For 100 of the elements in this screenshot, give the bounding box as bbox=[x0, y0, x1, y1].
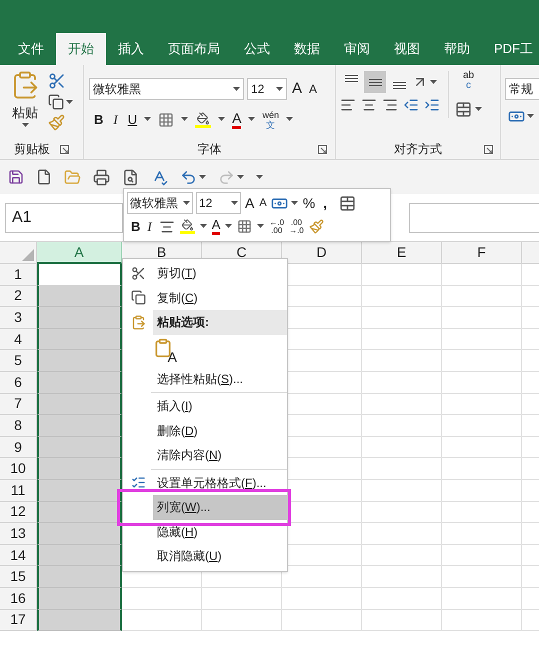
percent-button[interactable]: % bbox=[300, 192, 318, 214]
save-icon[interactable] bbox=[8, 169, 24, 185]
menu-item[interactable]: 复制(C) bbox=[153, 286, 287, 310]
menu-item[interactable]: 隐藏(H) bbox=[153, 520, 287, 544]
menu-item[interactable]: 选择性粘贴(S)... bbox=[153, 366, 287, 391]
paste-option-button[interactable]: A bbox=[153, 338, 177, 364]
menu-item[interactable]: 插入(I) bbox=[153, 394, 287, 418]
row-header[interactable]: 2 bbox=[0, 286, 37, 308]
bold-button[interactable]: B bbox=[94, 110, 104, 130]
row-header[interactable]: 11 bbox=[0, 480, 37, 502]
wrap-text-button[interactable]: ab c bbox=[455, 71, 482, 91]
row-header[interactable]: 10 bbox=[0, 458, 37, 480]
menu-item[interactable]: 取消隐藏(U) bbox=[153, 544, 287, 568]
ribbon-tab[interactable]: 视图 bbox=[382, 33, 432, 65]
increase-indent-icon[interactable] bbox=[424, 97, 440, 113]
cut-icon[interactable] bbox=[48, 72, 66, 90]
menu-item[interactable]: 设置单元格格式(F)... bbox=[153, 470, 287, 495]
format-painter-icon[interactable] bbox=[308, 219, 324, 234]
dropdown-caret-icon[interactable] bbox=[286, 117, 293, 122]
dropdown-caret-icon[interactable] bbox=[276, 86, 283, 92]
customize-caret-icon[interactable] bbox=[256, 174, 263, 180]
row-header[interactable]: 16 bbox=[0, 588, 37, 610]
font-name-field[interactable]: 微软雅黑 bbox=[89, 78, 244, 100]
dialog-launcher-icon[interactable] bbox=[484, 144, 493, 154]
menu-item[interactable]: 剪切(T) bbox=[153, 261, 287, 286]
number-format-field[interactable]: 常规 bbox=[505, 78, 539, 100]
printer-icon[interactable] bbox=[93, 168, 110, 186]
dropdown-caret-icon[interactable] bbox=[231, 200, 238, 206]
dropdown-caret-icon[interactable] bbox=[218, 117, 226, 122]
ribbon-tab[interactable]: 帮助 bbox=[432, 33, 482, 65]
font-size-field[interactable]: 12 bbox=[196, 192, 241, 214]
row-header[interactable]: 12 bbox=[0, 502, 37, 524]
column-header[interactable]: F bbox=[442, 242, 522, 264]
row-header[interactable]: 9 bbox=[0, 436, 37, 458]
merge-cells-icon[interactable] bbox=[339, 194, 356, 212]
row-header[interactable]: 3 bbox=[0, 307, 37, 329]
new-file-icon[interactable] bbox=[36, 169, 52, 185]
decrease-indent-icon[interactable] bbox=[403, 97, 419, 113]
phonetic-button[interactable]: wén 文 bbox=[262, 110, 279, 130]
font-color-button[interactable]: A bbox=[212, 218, 220, 236]
caret-icon[interactable] bbox=[22, 122, 28, 128]
row-header[interactable]: 8 bbox=[0, 415, 37, 437]
ribbon-tab[interactable]: 页面布局 bbox=[156, 33, 232, 65]
dropdown-caret-icon[interactable] bbox=[475, 107, 482, 112]
bold-button[interactable]: B bbox=[131, 217, 140, 236]
grow-font-button[interactable]: A bbox=[244, 192, 256, 214]
fill-color-icon[interactable] bbox=[195, 112, 212, 128]
dropdown-caret-icon[interactable] bbox=[233, 86, 240, 92]
middle-align-button[interactable] bbox=[364, 71, 386, 93]
merge-cells-icon[interactable] bbox=[455, 101, 472, 118]
align-center-icon[interactable] bbox=[361, 97, 377, 113]
print-preview-icon[interactable] bbox=[122, 168, 139, 186]
row-header[interactable]: 15 bbox=[0, 566, 37, 588]
name-box[interactable]: A1 bbox=[5, 202, 123, 232]
borders-icon[interactable] bbox=[237, 219, 252, 234]
dropdown-caret-icon[interactable] bbox=[144, 117, 152, 122]
menu-item[interactable]: 删除(D) bbox=[153, 418, 287, 443]
row-header[interactable]: 7 bbox=[0, 394, 37, 416]
dropdown-caret-icon[interactable] bbox=[237, 174, 244, 180]
italic-button[interactable]: I bbox=[145, 217, 154, 236]
fill-color-icon[interactable] bbox=[180, 219, 195, 234]
grow-font-button[interactable]: A bbox=[290, 78, 304, 100]
dropdown-caret-icon[interactable] bbox=[181, 117, 188, 122]
shrink-font-button[interactable]: A bbox=[307, 80, 320, 98]
font-name-field[interactable]: 微软雅黑 bbox=[127, 192, 193, 214]
ribbon-tab[interactable]: PDF工 bbox=[482, 33, 539, 65]
dropdown-caret-icon[interactable] bbox=[225, 224, 232, 230]
paste-button[interactable]: 粘贴 bbox=[8, 70, 42, 139]
decimal-button[interactable]: .00 →.0 bbox=[289, 218, 304, 235]
dropdown-caret-icon[interactable] bbox=[200, 224, 207, 230]
ribbon-tab[interactable]: 插入 bbox=[106, 33, 156, 65]
undo-icon[interactable] bbox=[180, 168, 197, 186]
dropdown-caret-icon[interactable] bbox=[183, 200, 190, 206]
ribbon-tab[interactable]: 开始 bbox=[56, 33, 106, 65]
row-header[interactable]: 1 bbox=[0, 264, 37, 286]
shrink-font-button[interactable]: A bbox=[258, 194, 268, 212]
italic-button[interactable]: I bbox=[110, 110, 121, 130]
borders-icon[interactable] bbox=[158, 112, 174, 128]
formula-field[interactable] bbox=[409, 202, 539, 232]
dropdown-caret-icon[interactable] bbox=[430, 80, 437, 84]
dropdown-caret-icon[interactable] bbox=[199, 174, 206, 180]
row-header[interactable]: 14 bbox=[0, 544, 37, 566]
copy-icon[interactable] bbox=[48, 94, 64, 110]
dialog-launcher-icon[interactable] bbox=[60, 144, 69, 154]
decimal-button[interactable]: ←.0 .00 bbox=[269, 218, 284, 235]
dropdown-caret-icon[interactable] bbox=[248, 117, 256, 122]
comma-button[interactable]: , bbox=[320, 192, 330, 214]
dropdown-caret-icon[interactable] bbox=[257, 224, 264, 230]
font-size-field[interactable]: 12 bbox=[247, 78, 287, 100]
center-align-icon[interactable] bbox=[158, 218, 175, 235]
ribbon-tab[interactable]: 文件 bbox=[6, 33, 56, 65]
row-header[interactable]: 5 bbox=[0, 350, 37, 372]
align-left-icon[interactable] bbox=[340, 97, 356, 113]
ribbon-tab[interactable]: 审阅 bbox=[332, 33, 382, 65]
font-color-button[interactable]: A bbox=[232, 110, 242, 128]
row-header[interactable]: 6 bbox=[0, 372, 37, 394]
menu-item[interactable]: 列宽(W)... bbox=[153, 495, 287, 520]
row-header[interactable]: 4 bbox=[0, 328, 37, 350]
column-header[interactable]: A bbox=[37, 242, 122, 264]
ribbon-tab[interactable]: 公式 bbox=[232, 33, 282, 65]
